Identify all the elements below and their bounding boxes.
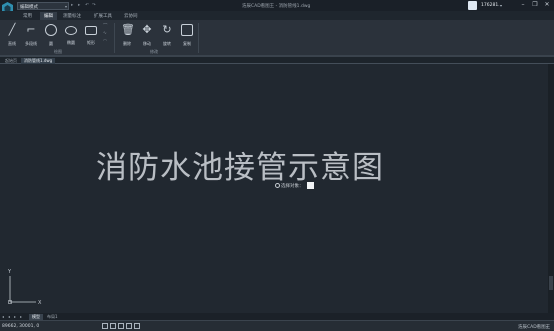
move-label: 移动 [143, 41, 151, 46]
first-tab-icon[interactable]: ◂ [2, 314, 4, 319]
save-icon[interactable]: ▸ [78, 3, 80, 8]
circle-button[interactable]: 圆 [41, 21, 61, 51]
circle-label: 圆 [49, 41, 53, 46]
spline-icon[interactable]: ∿ [103, 31, 107, 36]
line-icon: ╱ [8, 23, 16, 36]
osnap-icon[interactable] [134, 323, 140, 329]
copy-icon [181, 24, 193, 36]
rectangle-icon [85, 26, 97, 35]
drawing-title-text: 消防水池接管示意图 [96, 150, 384, 186]
tab-measure[interactable]: 测量标注 [63, 13, 81, 19]
avatar[interactable] [468, 1, 477, 10]
mode-select-value: 编辑模式 [20, 5, 38, 10]
restore-icon[interactable]: ❐ [530, 1, 540, 9]
arc-icon[interactable]: ⌒ [103, 23, 108, 29]
rotate-icon: ↻ [162, 23, 172, 36]
chevron-down-icon[interactable]: ▾ [500, 3, 502, 8]
layout-tab-bar: ◂ ◂ ▸ ▸ 模型 布局1 [0, 313, 554, 320]
ellipse-icon [65, 26, 77, 35]
ucs-x-label: X [38, 300, 42, 306]
redo-icon[interactable]: ↷ [92, 3, 96, 8]
circle-icon [45, 24, 57, 36]
snap-icon[interactable] [118, 323, 124, 329]
document-tab-bar: 起始页 消防管线1.dwg [0, 57, 554, 64]
loading-icon [275, 183, 280, 188]
move-button[interactable]: ✥ 移动 [137, 21, 157, 51]
rectangle-button[interactable]: 矩形 [81, 21, 101, 51]
select-prompt-text: 选择对象： [281, 184, 304, 189]
undo-icon[interactable]: ↶ [85, 3, 89, 8]
close-icon[interactable]: ✕ [542, 1, 552, 9]
select-object-prompt: 选择对象： [275, 183, 304, 189]
move-icon: ✥ [142, 23, 152, 36]
rotate-button[interactable]: ↻ 旋转 [157, 21, 177, 51]
last-tab-icon[interactable]: ▸ [20, 314, 22, 319]
delete-icon: 🗑 [121, 23, 135, 36]
chevron-down-icon: ▾ [64, 4, 67, 9]
ortho-icon[interactable] [110, 323, 116, 329]
scrollbar-thumb[interactable] [549, 276, 553, 290]
line-button[interactable]: ╱ 直线 [2, 21, 22, 51]
drawing-canvas[interactable] [0, 64, 548, 313]
open-icon[interactable]: ▸ [71, 3, 73, 8]
tab-common[interactable]: 常用 [23, 13, 32, 19]
selection-cursor-box [307, 182, 314, 189]
tab-edit[interactable]: 编辑 [40, 12, 57, 20]
mode-select[interactable]: 编辑模式 ▾ [17, 2, 69, 10]
ucs-y-label: Y [7, 269, 12, 275]
ribbon-panel: ╱ 直线 ⌐ 多段线 圆 椭圆 矩形 ⌒ ∿ ◠ 绘图 🗑 删除 ✥ 移动 ↻ … [0, 20, 554, 57]
group-divider [114, 23, 115, 53]
next-tab-icon[interactable]: ▸ [14, 314, 16, 319]
polyline-label: 多段线 [25, 41, 37, 46]
copy-button[interactable]: 复制 [177, 21, 197, 51]
grid-icon[interactable] [102, 323, 108, 329]
rectangle-label: 矩形 [87, 40, 95, 45]
window-title: 浩辰CAD看图王 - 消防管线1.dwg [242, 4, 311, 9]
polar-icon[interactable] [126, 323, 132, 329]
vertical-scrollbar[interactable] [548, 64, 554, 313]
coordinate-readout: 89662, 30001, 0 [2, 324, 40, 329]
polyline-button[interactable]: ⌐ 多段线 [21, 21, 41, 51]
rotate-label: 旋转 [163, 41, 171, 46]
group-divider [198, 23, 199, 53]
minimize-icon[interactable]: – [518, 1, 528, 9]
ellipse-label: 椭圆 [67, 40, 75, 45]
ucs-axis-icon: Y X [7, 269, 42, 306]
status-bar: 89662, 30001, 0 浩辰CAD看图王 ▾ [0, 320, 554, 331]
line-label: 直线 [8, 41, 16, 46]
tab-extend-tools[interactable]: 扩展工具 [94, 13, 112, 19]
title-bar: 编辑模式 ▾ ▸ ▸ ↶ ↷ 浩辰CAD看图王 - 消防管线1.dwg 1762… [0, 0, 554, 15]
arc-icon[interactable]: ◠ [103, 39, 107, 44]
tab-cloud[interactable]: 云协同 [124, 13, 138, 19]
ribbon-tab-bar: 常用 编辑 测量标注 扩展工具 云协同 [0, 11, 554, 20]
chevron-down-icon[interactable]: ▾ [546, 324, 548, 329]
ellipse-button[interactable]: 椭圆 [61, 21, 81, 51]
copy-label: 复制 [183, 41, 191, 46]
delete-button[interactable]: 🗑 删除 [117, 21, 137, 51]
polyline-icon: ⌐ [26, 23, 36, 36]
delete-label: 删除 [123, 41, 131, 46]
prev-tab-icon[interactable]: ◂ [8, 314, 10, 319]
